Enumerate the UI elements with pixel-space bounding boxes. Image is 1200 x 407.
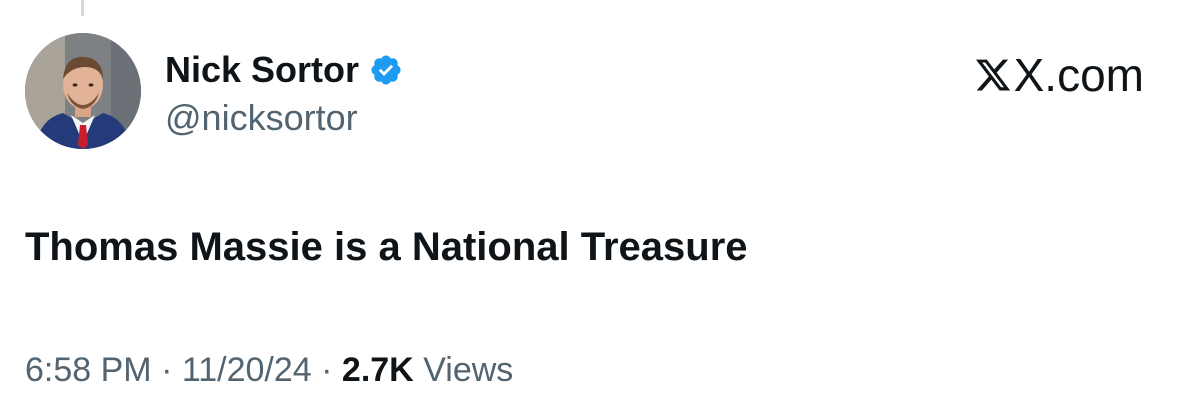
meta-separator: · [321,351,333,389]
brand: X.com [974,48,1144,102]
views-label: Views [423,351,514,389]
tweet-date[interactable]: 11/20/24 [182,351,312,389]
author-handle[interactable]: @nicksortor [165,96,358,140]
views-count: 2.7K [341,351,414,389]
avatar[interactable] [25,33,141,149]
tweet-text: Thomas Massie is a National Treasure [25,225,748,269]
thread-connector-line [81,0,84,16]
author-display-name[interactable]: Nick Sortor [165,48,359,92]
verified-badge-icon[interactable] [369,53,403,87]
tweet-time[interactable]: 6:58 PM [25,351,152,389]
author-name-row: Nick Sortor [165,48,403,92]
brand-domain-text: X.com [1013,49,1144,101]
avatar-photo [25,33,141,149]
tweet-meta: 6:58 PM · 11/20/24 · 2.7K Views [25,348,513,392]
x-logo-icon [975,59,1010,91]
meta-separator: · [161,351,173,389]
